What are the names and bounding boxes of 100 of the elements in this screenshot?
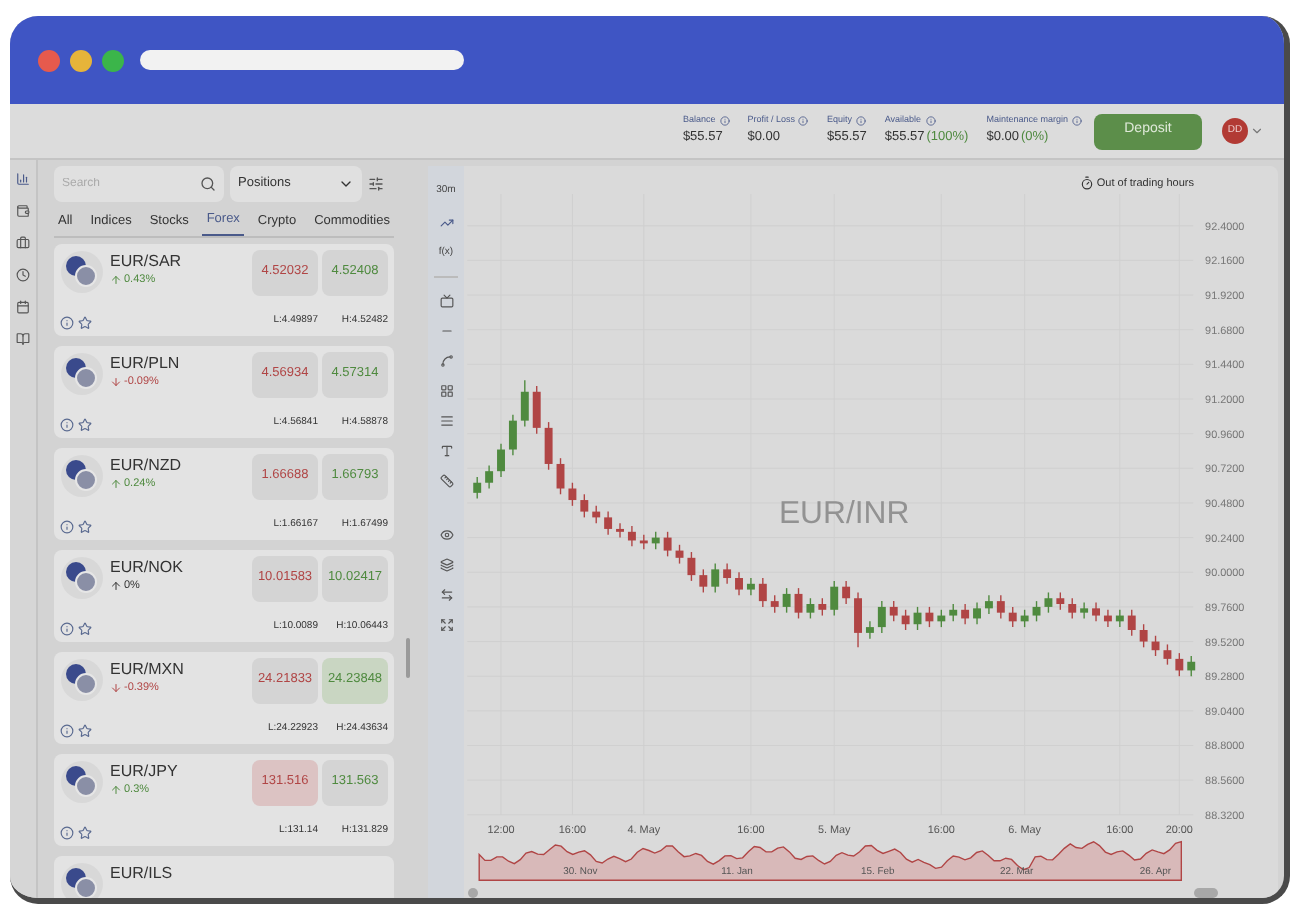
candlestick xyxy=(568,481,577,507)
candlestick xyxy=(1092,601,1100,622)
instrument-card[interactable]: EUR/ILS xyxy=(54,855,394,898)
currency-pair-icon xyxy=(60,453,104,498)
candlestick xyxy=(1175,652,1184,677)
info-icon[interactable] xyxy=(60,417,74,431)
candlestick xyxy=(485,464,494,490)
wallet-icon[interactable] xyxy=(16,204,30,218)
bar-chart-icon[interactable] xyxy=(16,172,30,186)
stopwatch-icon xyxy=(1080,176,1095,191)
star-icon[interactable] xyxy=(78,417,92,431)
star-icon[interactable] xyxy=(78,621,92,635)
candlestick xyxy=(1056,591,1065,611)
filter-icon[interactable] xyxy=(368,176,384,192)
candlestick xyxy=(1139,623,1148,648)
ruler-icon[interactable] xyxy=(439,474,453,488)
candlestick xyxy=(735,571,743,596)
book-icon[interactable] xyxy=(16,332,30,346)
candlestick xyxy=(651,530,660,550)
candlestick xyxy=(520,379,529,427)
curve-tool-icon[interactable] xyxy=(439,354,453,368)
candlestick xyxy=(508,414,517,456)
candlestick xyxy=(984,594,993,615)
info-icon[interactable] xyxy=(60,519,74,533)
info-icon[interactable] xyxy=(1072,116,1082,127)
pair-name: EUR/JPY xyxy=(110,761,180,782)
candlestick xyxy=(996,594,1005,619)
info-icon[interactable] xyxy=(855,116,866,127)
candlestick xyxy=(1187,655,1196,677)
candlestick xyxy=(604,510,613,536)
candlestick xyxy=(663,530,672,557)
currency-pair-icon xyxy=(60,657,104,702)
candlestick xyxy=(901,608,910,631)
candlestick xyxy=(746,577,755,596)
info-icon[interactable] xyxy=(60,723,74,737)
eye-icon[interactable] xyxy=(439,528,453,542)
candlestick xyxy=(1163,643,1172,666)
candlestick xyxy=(818,597,827,617)
info-icon[interactable] xyxy=(925,116,936,127)
lines-icon[interactable] xyxy=(439,414,453,428)
range-toggle-icon[interactable] xyxy=(1194,888,1218,898)
clock-icon[interactable] xyxy=(16,268,30,282)
candlestick xyxy=(699,568,708,593)
candlestick xyxy=(687,551,696,582)
candlestick xyxy=(592,504,601,524)
candlestick xyxy=(1151,634,1160,657)
pair-name: EUR/MXN xyxy=(110,659,186,680)
candlestick xyxy=(758,577,767,608)
candlestick xyxy=(961,603,970,625)
candlestick xyxy=(830,580,839,617)
candlestick xyxy=(723,562,732,585)
search-icon[interactable] xyxy=(200,176,216,192)
candlestick xyxy=(627,525,636,547)
grid-icon[interactable] xyxy=(439,384,453,398)
star-icon[interactable] xyxy=(78,723,92,737)
star-icon[interactable] xyxy=(78,825,92,839)
calendar-icon[interactable] xyxy=(16,300,30,314)
candlestick xyxy=(616,522,624,539)
candlestick xyxy=(973,601,981,625)
expand-icon[interactable] xyxy=(439,618,453,632)
candlestick xyxy=(865,620,874,640)
candlestick xyxy=(937,608,946,628)
candlestick xyxy=(842,580,851,605)
star-icon[interactable] xyxy=(78,315,92,329)
candlestick xyxy=(1068,597,1077,619)
candlestick xyxy=(544,421,553,471)
info-icon[interactable] xyxy=(60,825,74,839)
pair-name: EUR/NOK xyxy=(110,557,185,578)
info-icon[interactable] xyxy=(60,315,74,329)
pair-name: EUR/PLN xyxy=(110,353,182,374)
info-icon[interactable] xyxy=(798,116,809,127)
candlestick xyxy=(711,562,720,593)
star-icon[interactable] xyxy=(78,519,92,533)
candlestick xyxy=(1008,606,1017,628)
text-tool-icon[interactable] xyxy=(439,444,453,458)
layers-icon[interactable] xyxy=(439,558,453,572)
candlestick xyxy=(913,606,922,631)
briefcase-icon[interactable] xyxy=(16,236,30,250)
chevron-down-icon[interactable] xyxy=(1250,124,1264,138)
monitor-icon[interactable] xyxy=(439,294,453,308)
candlestick xyxy=(854,591,862,648)
candlestick xyxy=(782,587,791,614)
candlestick xyxy=(1020,608,1029,628)
candlestick xyxy=(1032,600,1041,622)
candlestick xyxy=(556,457,565,495)
pair-name: EUR/SAR xyxy=(110,251,184,272)
currency-pair-icon xyxy=(60,759,104,804)
candlestick xyxy=(794,587,803,619)
info-icon[interactable] xyxy=(719,116,730,127)
arrows-icon[interactable] xyxy=(439,588,453,602)
currency-pair-icon xyxy=(60,249,104,294)
currency-pair-icon xyxy=(60,861,104,898)
candlestick xyxy=(1044,591,1053,614)
candlestick xyxy=(580,493,589,518)
chevron-down-icon xyxy=(338,176,354,192)
currency-pair-icon xyxy=(60,351,104,396)
candlestick xyxy=(1115,608,1124,628)
line-chart-icon[interactable] xyxy=(439,215,453,229)
info-icon[interactable] xyxy=(60,621,74,635)
scrollbar-thumb[interactable] xyxy=(406,637,410,678)
